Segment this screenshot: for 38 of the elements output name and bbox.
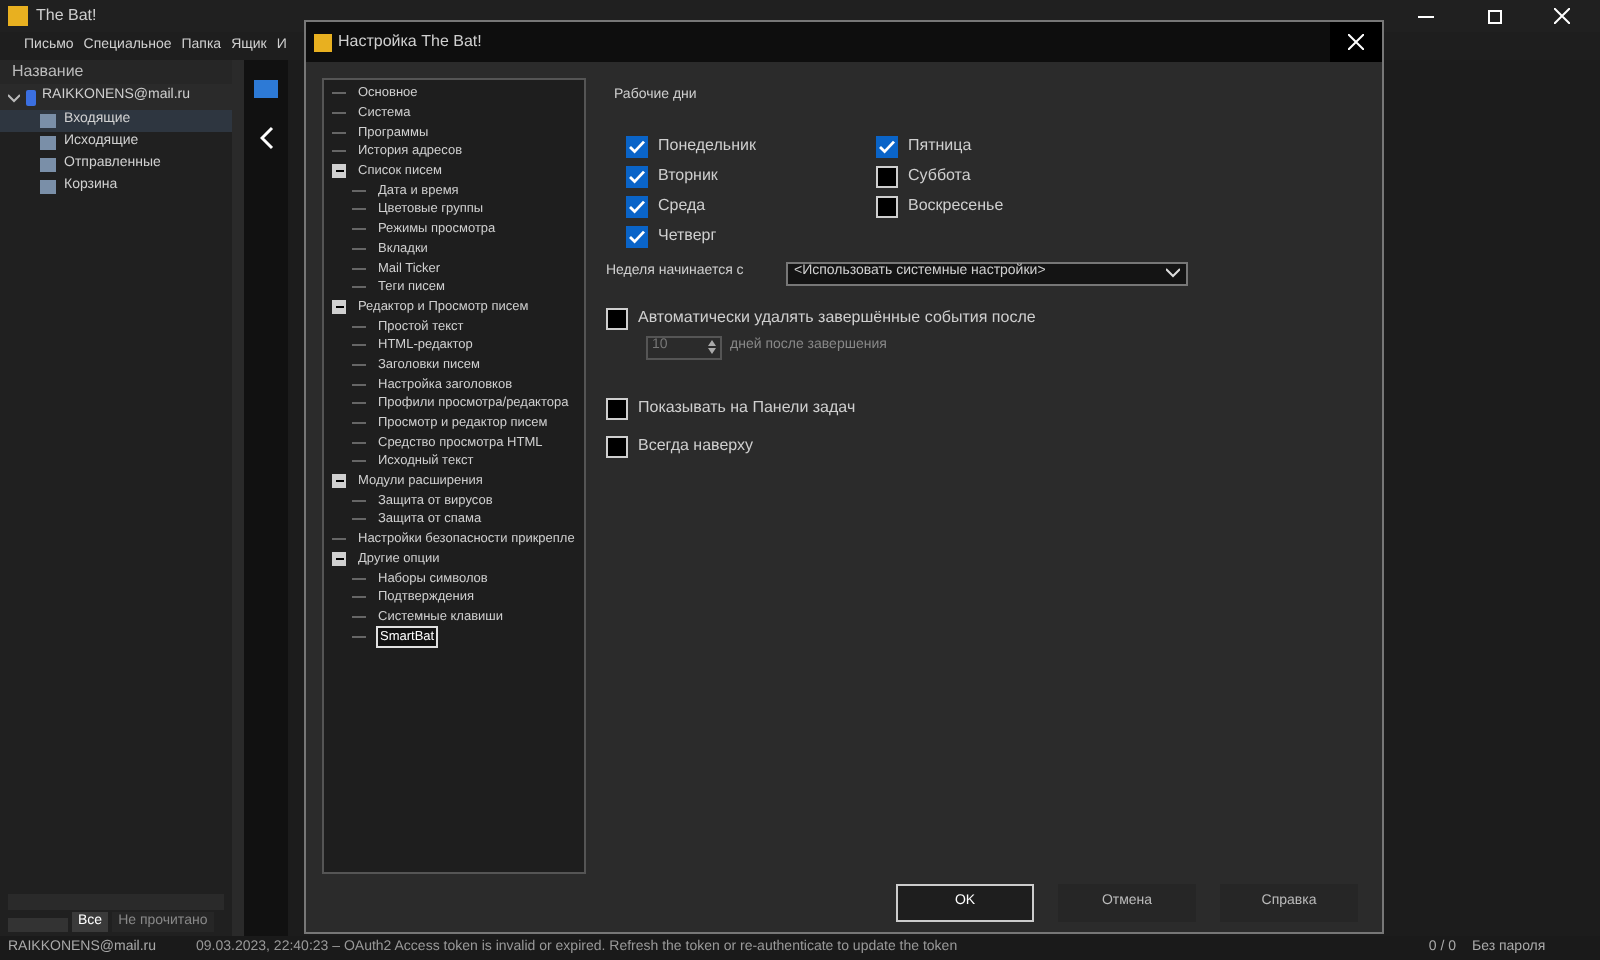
close-icon <box>1348 34 1364 50</box>
checkbox[interactable] <box>626 195 648 217</box>
app-icon <box>314 33 332 51</box>
expand-icon[interactable] <box>8 91 20 103</box>
collapse-icon[interactable] <box>332 474 346 489</box>
app-icon <box>8 6 28 26</box>
window-title: The Bat! <box>36 4 97 28</box>
collapse-icon[interactable] <box>332 164 346 179</box>
checkbox-label: Понедельник <box>658 134 756 158</box>
checkbox-label: Среда <box>658 194 706 218</box>
checkbox-label: Всегда наверху <box>638 434 754 458</box>
close-button[interactable] <box>1330 22 1382 62</box>
checkbox[interactable] <box>876 135 898 157</box>
checkbox-label: Вторник <box>658 164 718 188</box>
scrollbar[interactable] <box>8 894 224 910</box>
checkbox[interactable] <box>606 397 628 419</box>
checkbox-label: Суббота <box>908 164 971 188</box>
checkbox[interactable] <box>606 435 628 457</box>
checkbox-label: Автоматически удалять завершённые события после <box>638 306 1036 330</box>
checkbox[interactable] <box>606 307 628 329</box>
checkbox-label: Воскресенье <box>908 194 1004 218</box>
checkbox[interactable] <box>626 225 648 247</box>
column-header: Название <box>0 60 232 84</box>
checkbox-label: Показывать на Панели задач <box>638 396 856 420</box>
spin-arrows-icon <box>708 340 716 354</box>
checkbox-label: Четверг <box>658 224 717 248</box>
checkbox-label: Пятница <box>908 134 972 158</box>
collapse-icon[interactable] <box>332 299 346 314</box>
close-icon <box>1554 8 1570 24</box>
chevron-down-icon <box>1166 268 1180 278</box>
collapse-icon[interactable] <box>332 551 346 566</box>
checkbox[interactable] <box>626 165 648 187</box>
account-icon <box>26 89 36 105</box>
checkbox[interactable] <box>626 135 648 157</box>
checkbox[interactable] <box>876 165 898 187</box>
dialog-title: Настройка The Bat! <box>338 30 484 54</box>
back-icon[interactable] <box>259 126 273 150</box>
checkbox[interactable] <box>876 195 898 217</box>
